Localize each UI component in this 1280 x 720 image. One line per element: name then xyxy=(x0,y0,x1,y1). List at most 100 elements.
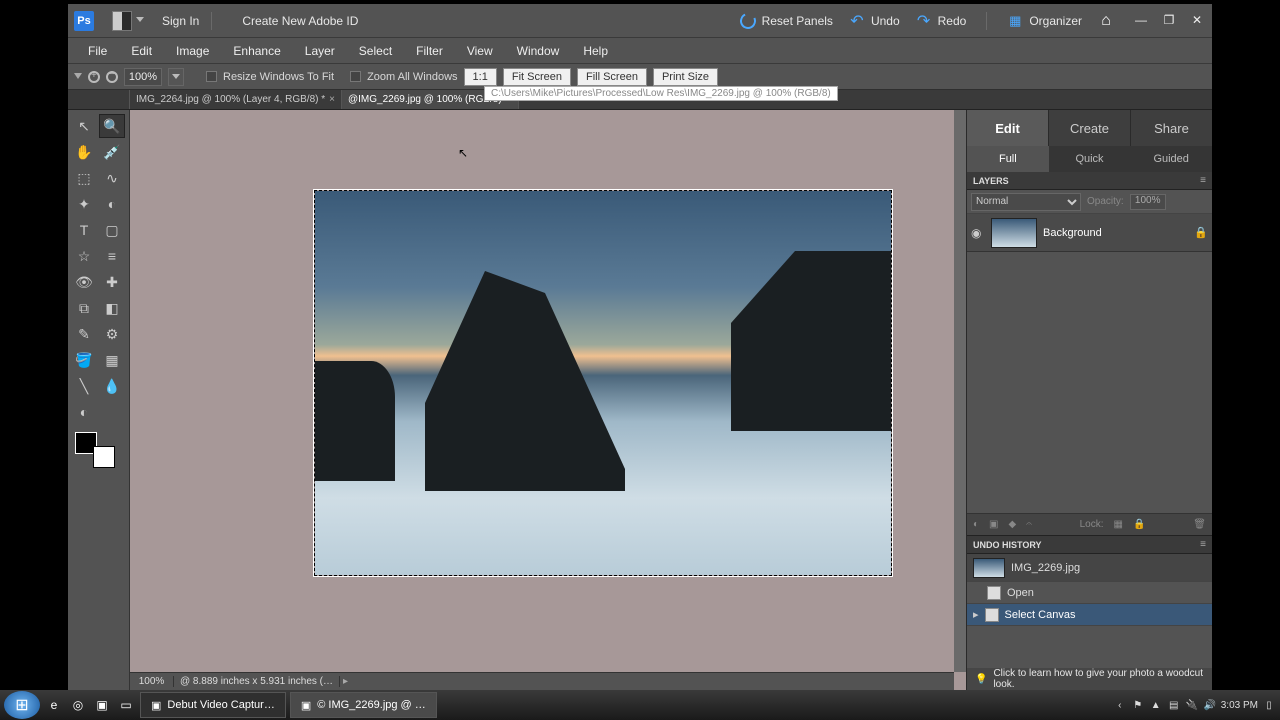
mode-tab-share[interactable]: Share xyxy=(1130,110,1212,146)
menu-window[interactable]: Window xyxy=(505,40,572,62)
tip-bar[interactable]: Click to learn how to give your photo a … xyxy=(967,668,1212,690)
history-snapshot[interactable]: IMG_2269.jpg xyxy=(967,554,1212,582)
redo-button[interactable]: Redo xyxy=(908,9,975,33)
workspace-switcher[interactable] xyxy=(112,11,132,31)
mode-tab-edit[interactable]: Edit xyxy=(967,110,1048,146)
canvas-area[interactable]: ↖ 100% @ 8.889 inches x 5.931 inches (… … xyxy=(130,110,966,690)
crop-tool[interactable]: ▢ xyxy=(99,218,125,242)
zoom-level-field[interactable]: 100% xyxy=(124,68,162,86)
hand-tool[interactable]: ✋ xyxy=(71,140,97,164)
panel-menu-icon[interactable]: ≡ xyxy=(1200,175,1206,186)
lasso-tool[interactable]: ∿ xyxy=(99,166,125,190)
document-tab[interactable]: IMG_2264.jpg @ 100% (Layer 4, RGB/8) *× xyxy=(130,90,342,109)
opacity-value[interactable]: 100% xyxy=(1130,194,1166,210)
maximize-button[interactable]: ❐ xyxy=(1160,14,1178,28)
workspace-dropdown-icon[interactable] xyxy=(136,17,144,25)
zoom-in-icon[interactable] xyxy=(88,71,100,83)
lock-pixels-icon[interactable]: ▦ xyxy=(1114,519,1123,530)
layer-name[interactable]: Background xyxy=(1043,227,1188,239)
show-desktop-button[interactable]: ▯ xyxy=(1262,698,1276,712)
resize-windows-checkbox[interactable] xyxy=(206,71,217,82)
minimize-button[interactable]: — xyxy=(1132,14,1150,28)
eraser-tool[interactable]: ◧ xyxy=(99,296,125,320)
menu-view[interactable]: View xyxy=(455,40,505,62)
layer-thumbnail[interactable] xyxy=(991,218,1037,248)
cookie-cutter-tool[interactable]: ☆ xyxy=(71,244,97,268)
red-eye-tool[interactable]: 👁 xyxy=(71,270,97,294)
taskbar-app-button[interactable]: ▣Debut Video Captur… xyxy=(140,692,286,718)
quick-launch-chrome-icon[interactable]: ◎ xyxy=(68,695,88,715)
blend-mode-select[interactable]: Normal xyxy=(971,193,1081,211)
organizer-button[interactable]: Organizer xyxy=(999,9,1090,33)
paint-bucket-tool[interactable]: 🪣 xyxy=(71,348,97,372)
start-button[interactable] xyxy=(4,691,40,719)
close-tab-icon[interactable]: × xyxy=(329,94,335,105)
create-adobe-id-link[interactable]: Create New Adobe ID xyxy=(242,14,358,28)
print-size-button[interactable]: Print Size xyxy=(653,68,718,86)
mode-tab-create[interactable]: Create xyxy=(1048,110,1130,146)
link-layers-icon[interactable]: 𝄐 xyxy=(1026,519,1032,530)
new-mask-icon[interactable]: ▣ xyxy=(989,519,998,530)
history-step[interactable]: ▸Select Canvas xyxy=(967,604,1212,626)
tray-clock[interactable]: 3:03 PM xyxy=(1221,700,1258,711)
smart-brush-tool[interactable]: ⚙ xyxy=(99,322,125,346)
menu-help[interactable]: Help xyxy=(571,40,620,62)
menu-image[interactable]: Image xyxy=(164,40,221,62)
tray-volume-icon[interactable]: 🔊 xyxy=(1203,698,1217,712)
menu-file[interactable]: File xyxy=(76,40,119,62)
marquee-tool[interactable]: ⬚ xyxy=(71,166,97,190)
visibility-icon[interactable]: ◉ xyxy=(971,226,985,240)
tray-chevron-icon[interactable]: ‹ xyxy=(1113,698,1127,712)
quick-launch-explorer-icon[interactable]: ▣ xyxy=(92,695,112,715)
history-step[interactable]: Open xyxy=(967,582,1212,604)
submode-tab-quick[interactable]: Quick xyxy=(1049,146,1131,172)
tray-network-icon[interactable]: ▤ xyxy=(1167,698,1181,712)
shape-tool[interactable]: ╲ xyxy=(71,374,97,398)
sign-in-link[interactable]: Sign In xyxy=(162,14,199,28)
fill-screen-button[interactable]: Fill Screen xyxy=(577,68,647,86)
new-fill-icon[interactable]: ◆ xyxy=(1009,519,1017,530)
system-tray[interactable]: ‹ ⚑ ▲ ▤ 🔌 🔊 3:03 PM ▯ xyxy=(1113,698,1276,712)
undo-button[interactable]: Undo xyxy=(841,9,908,33)
zoom-all-checkbox[interactable] xyxy=(350,71,361,82)
status-zoom[interactable]: 100% xyxy=(130,676,174,687)
lock-all-icon[interactable]: 🔒 xyxy=(1133,519,1145,530)
type-tool[interactable]: T xyxy=(71,218,97,242)
tray-power-icon[interactable]: 🔌 xyxy=(1185,698,1199,712)
submode-tab-guided[interactable]: Guided xyxy=(1130,146,1212,172)
quick-launch-desktop-icon[interactable]: ▭ xyxy=(116,695,136,715)
menu-edit[interactable]: Edit xyxy=(119,40,164,62)
tray-shield-icon[interactable]: ▲ xyxy=(1149,698,1163,712)
zoom-out-icon[interactable] xyxy=(106,71,118,83)
document-canvas[interactable] xyxy=(314,190,892,576)
new-adjustment-icon[interactable]: ◐ xyxy=(973,519,979,530)
eyedropper-tool[interactable]: 💉 xyxy=(99,140,125,164)
spot-healing-tool[interactable]: ✚ xyxy=(99,270,125,294)
quick-selection-tool[interactable]: ◐ xyxy=(99,192,125,216)
magic-wand-tool[interactable]: ✦ xyxy=(71,192,97,216)
clone-stamp-tool[interactable]: ⧉ xyxy=(71,296,97,320)
straighten-tool[interactable]: ≡ xyxy=(99,244,125,268)
reset-panels-button[interactable]: Reset Panels xyxy=(732,9,841,33)
tool-options-dropdown-icon[interactable] xyxy=(74,73,82,81)
background-color[interactable] xyxy=(93,446,115,468)
move-tool[interactable]: ↖ xyxy=(71,114,97,138)
layers-panel-header[interactable]: LAYERS≡ xyxy=(967,172,1212,190)
sponge-tool[interactable]: ◐ xyxy=(71,400,97,424)
submode-tab-full[interactable]: Full xyxy=(967,146,1049,172)
layer-row[interactable]: ◉ Background 🔒 xyxy=(967,214,1212,252)
menu-select[interactable]: Select xyxy=(347,40,404,62)
scrollbar-vertical[interactable] xyxy=(954,110,966,672)
panel-menu-icon[interactable]: ≡ xyxy=(1200,539,1206,550)
undo-history-header[interactable]: UNDO HISTORY≡ xyxy=(967,536,1212,554)
home-button[interactable] xyxy=(1090,9,1122,33)
zoom-tool[interactable]: 🔍 xyxy=(99,114,125,138)
gradient-tool[interactable]: ▦ xyxy=(99,348,125,372)
tray-flag-icon[interactable]: ⚑ xyxy=(1131,698,1145,712)
close-button[interactable]: ✕ xyxy=(1188,14,1206,28)
blur-tool[interactable]: 💧 xyxy=(99,374,125,398)
one-to-one-button[interactable]: 1:1 xyxy=(464,68,497,86)
brush-tool[interactable]: ✎ xyxy=(71,322,97,346)
color-swatches[interactable] xyxy=(75,432,115,468)
zoom-dropdown[interactable] xyxy=(168,68,184,86)
